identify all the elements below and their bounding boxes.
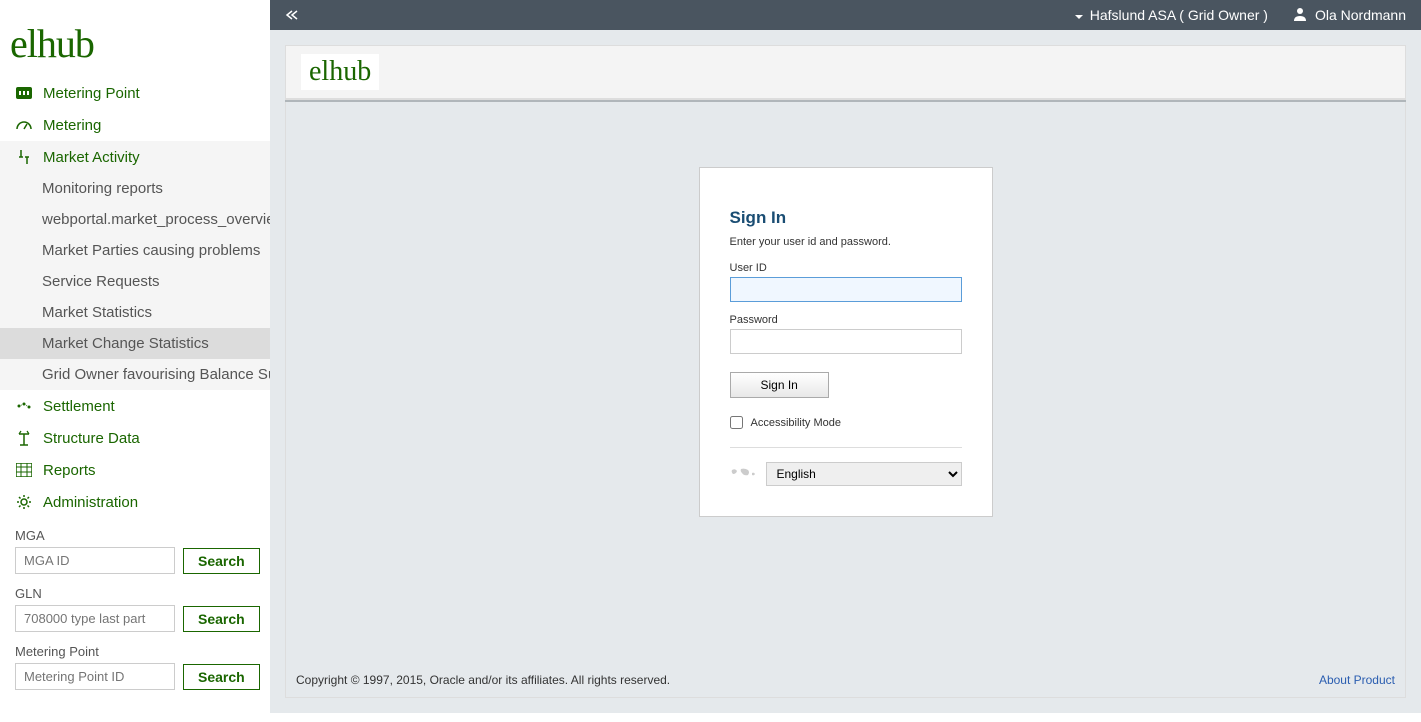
search-section: MGA Search GLN Search Metering Point Sea… (0, 518, 270, 722)
nav-sub-label: webportal.market_process_overvie... (42, 211, 270, 228)
nav-sub-label: Monitoring reports (42, 180, 163, 197)
mga-input[interactable] (15, 547, 175, 574)
mga-label: MGA (15, 528, 255, 543)
nav-reports[interactable]: Reports (0, 454, 270, 486)
nav-label: Settlement (43, 398, 115, 415)
nav-label: Metering Point (43, 85, 140, 102)
gln-search-button[interactable]: Search (183, 606, 260, 632)
nav-sub-label: Service Requests (42, 273, 160, 290)
mga-search-button[interactable]: Search (183, 548, 260, 574)
mp-input[interactable] (15, 663, 175, 690)
nav-metering-point[interactable]: Metering Point (0, 77, 270, 109)
nav-sub-market-statistics[interactable]: Market Statistics (0, 297, 270, 328)
meter-icon (15, 84, 33, 102)
nav-settlement[interactable]: Settlement (0, 390, 270, 422)
nav-label: Metering (43, 117, 101, 134)
copyright: Copyright © 1997, 2015, Oracle and/or it… (296, 673, 670, 687)
nav-market-activity[interactable]: Market Activity (0, 141, 270, 173)
gear-icon (15, 493, 33, 511)
caret-down-icon (1074, 7, 1084, 23)
user-name: Ola Nordmann (1315, 7, 1406, 23)
nav-label: Structure Data (43, 430, 140, 447)
content-logo: elhub (301, 54, 379, 90)
structure-icon (15, 429, 33, 447)
nav-label: Administration (43, 494, 138, 511)
activity-icon (15, 148, 33, 166)
mp-label: Metering Point (15, 644, 255, 659)
mp-search-button[interactable]: Search (183, 664, 260, 690)
logo: elhub (0, 0, 270, 77)
gauge-icon (15, 116, 33, 134)
nav-structure-data[interactable]: Structure Data (0, 422, 270, 454)
nav-administration[interactable]: Administration (0, 486, 270, 518)
logo-text: elhub (10, 21, 94, 66)
main: Hafslund ASA ( Grid Owner ) Ola Nordmann… (270, 0, 1421, 713)
reports-icon (15, 461, 33, 479)
search-group-mga: MGA Search (15, 528, 255, 574)
org-switcher[interactable]: Hafslund ASA ( Grid Owner ) (1074, 7, 1268, 23)
content: elhub Help Sign In Enter your user id an… (270, 30, 1421, 713)
settlement-icon (15, 397, 33, 415)
nav-menu: Metering Point Metering Market Activity … (0, 77, 270, 518)
signin-button[interactable]: Sign In (730, 372, 829, 398)
accessibility-label: Accessibility Mode (751, 417, 841, 429)
content-header: elhub Help (285, 45, 1406, 99)
nav-sub-label: Market Parties causing problems (42, 242, 260, 259)
nav-sub-monitoring-reports[interactable]: Monitoring reports (0, 173, 270, 204)
nav-sub-label: Market Statistics (42, 304, 152, 321)
password-input[interactable] (730, 329, 962, 354)
language-select[interactable]: English (766, 462, 962, 486)
gln-label: GLN (15, 586, 255, 601)
userid-input[interactable] (730, 277, 962, 302)
footer: Copyright © 1997, 2015, Oracle and/or it… (286, 643, 1405, 697)
nav-sub-label: Market Change Statistics (42, 335, 209, 352)
topbar: Hafslund ASA ( Grid Owner ) Ola Nordmann (270, 0, 1421, 30)
search-group-gln: GLN Search (15, 586, 255, 632)
content-body: Sign In Enter your user id and password.… (285, 102, 1406, 698)
nav-sub-grid-owner[interactable]: Grid Owner favourising Balance Sup... (0, 359, 270, 390)
signin-box: Sign In Enter your user id and password.… (699, 167, 993, 517)
nav-sub-market-change-statistics[interactable]: Market Change Statistics (0, 328, 270, 359)
about-product-link[interactable]: About Product (1319, 673, 1395, 687)
signin-title: Sign In (730, 208, 962, 228)
sidebar: elhub Metering Point Metering Market Ac (0, 0, 270, 713)
userid-label: User ID (730, 262, 962, 274)
nav-sub-market-process[interactable]: webportal.market_process_overvie... (0, 204, 270, 235)
user-icon (1293, 7, 1307, 24)
nav-metering[interactable]: Metering (0, 109, 270, 141)
org-name: Hafslund ASA ( Grid Owner ) (1090, 7, 1268, 23)
search-group-mp: Metering Point Search (15, 644, 255, 690)
accessibility-checkbox[interactable] (730, 416, 743, 429)
signin-subtitle: Enter your user id and password. (730, 236, 962, 248)
nav-sub-market-parties[interactable]: Market Parties causing problems (0, 235, 270, 266)
nav-label: Market Activity (43, 149, 140, 166)
world-map-icon (730, 466, 756, 482)
nav-sub-label: Grid Owner favourising Balance Sup... (42, 366, 270, 383)
collapse-sidebar-icon[interactable] (285, 7, 299, 23)
nav-sub-service-requests[interactable]: Service Requests (0, 266, 270, 297)
help-link[interactable]: Help (1363, 65, 1390, 80)
password-label: Password (730, 314, 962, 326)
gln-input[interactable] (15, 605, 175, 632)
user-info[interactable]: Ola Nordmann (1293, 7, 1406, 24)
nav-label: Reports (43, 462, 96, 479)
separator (730, 447, 962, 448)
